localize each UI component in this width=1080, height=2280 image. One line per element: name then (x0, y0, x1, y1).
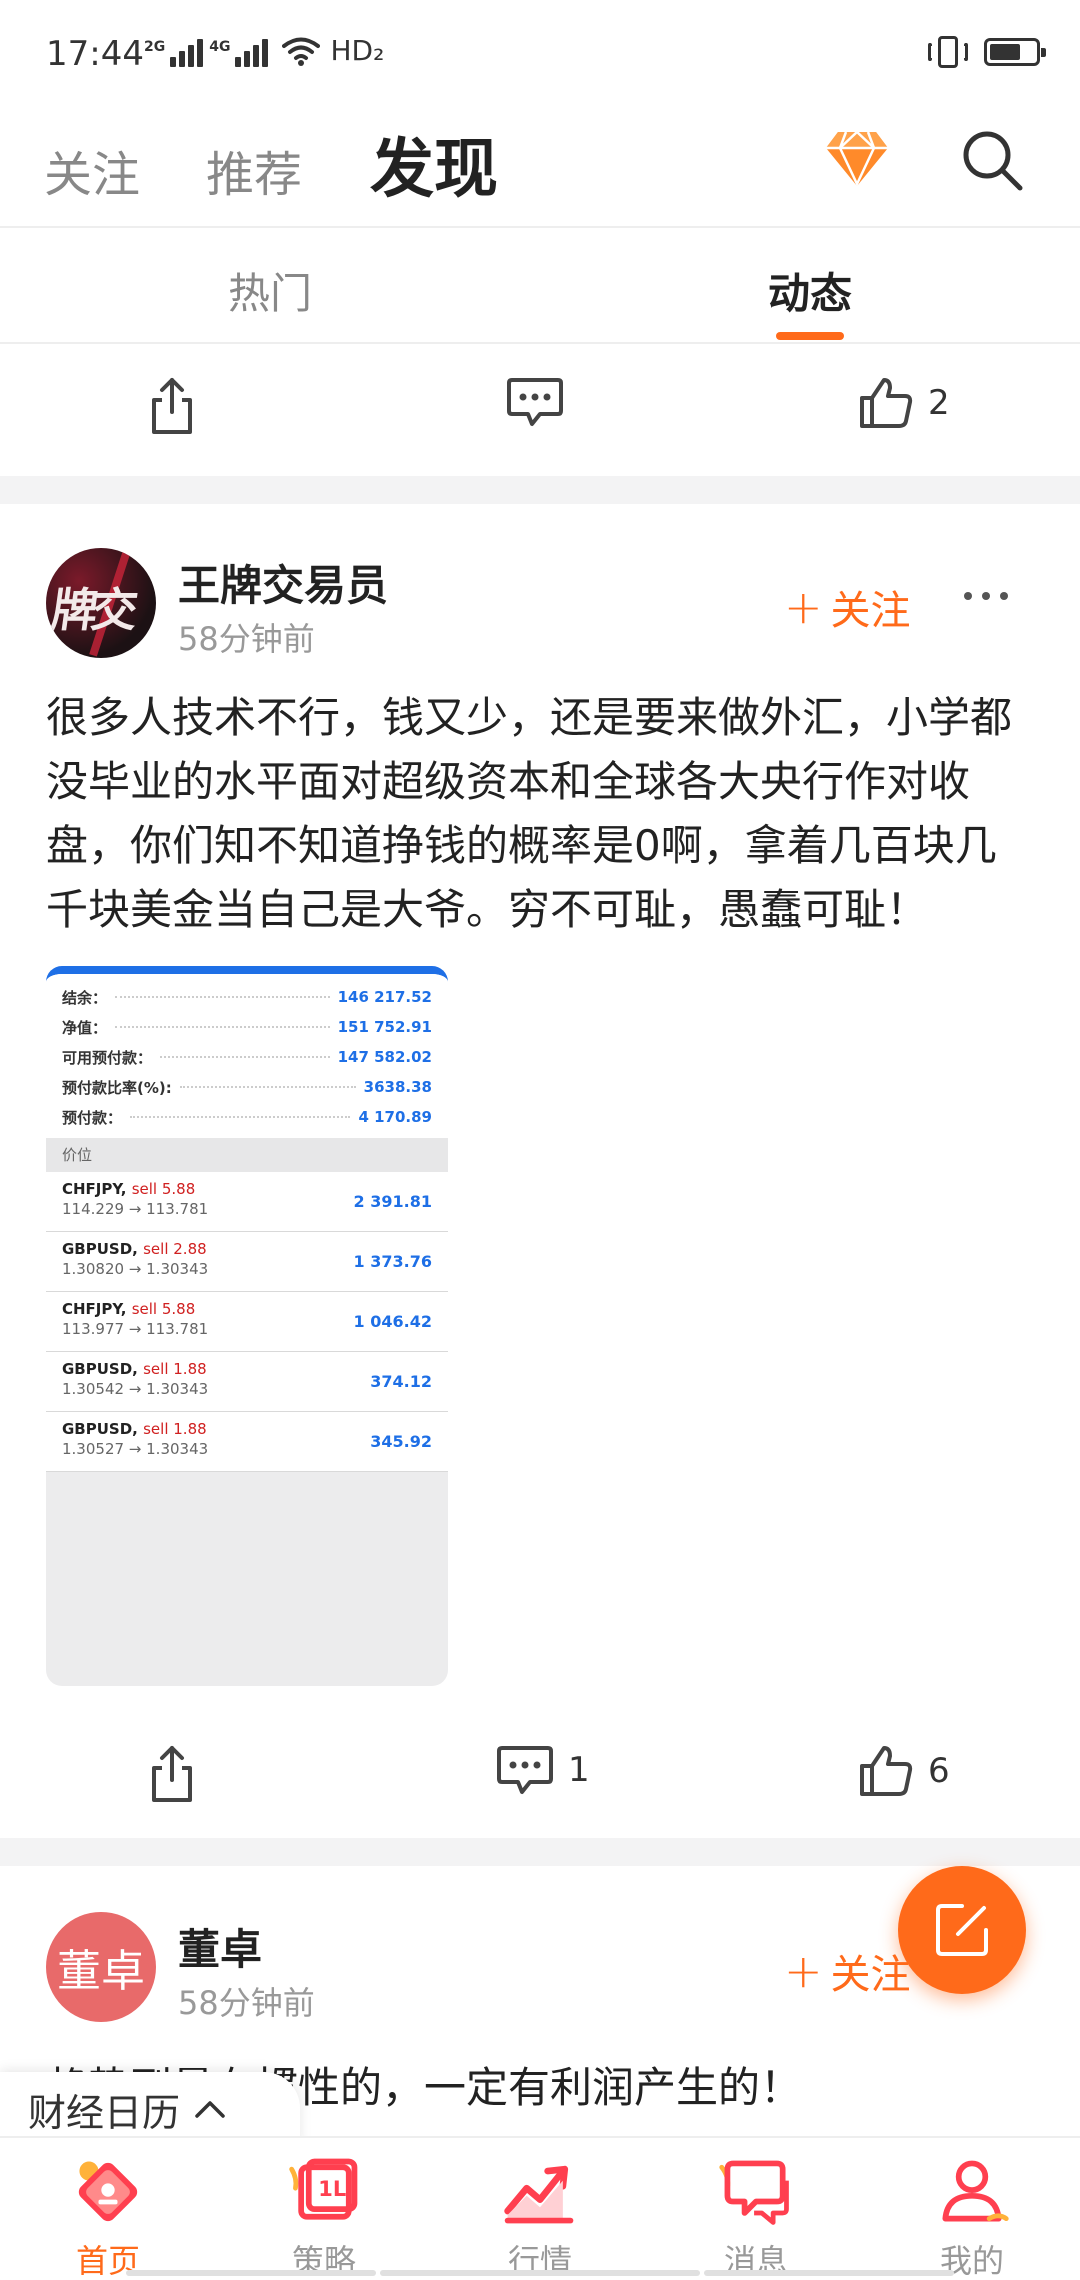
top-nav: 关注 推荐 发现 (0, 100, 1080, 226)
search-icon[interactable] (960, 128, 1024, 192)
section-header: 价位 (46, 1138, 448, 1172)
status-time: 17:44 (46, 34, 144, 74)
home-icon (78, 2161, 138, 2222)
signal-2g-icon: 2G (144, 39, 204, 67)
follow-button[interactable]: + 关注 (784, 578, 911, 636)
post-image[interactable]: 结余： 146 217.52 净值： 151 752.91 可用预付款： 147 58… (46, 966, 448, 1686)
comment-icon (497, 1746, 553, 1794)
wifi-icon (282, 37, 321, 66)
market-chart-icon (504, 2165, 574, 2224)
sub-tabs: 热门 动态 (0, 226, 1080, 344)
gesture-bar (126, 2270, 376, 2276)
signal-4g-icon: 4G (209, 39, 269, 67)
nav-profile[interactable]: 我的 (864, 2138, 1080, 2280)
share-icon (152, 378, 192, 434)
plus-icon: + (784, 580, 823, 634)
account-summary: 结余： 146 217.52 净值： 151 752.91 可用预付款： 147 58… (46, 974, 448, 1138)
profile-icon (942, 2160, 1009, 2222)
position-row: GBPUSD, sell 2.88 1.30820 → 1.30343 1 37… (46, 1232, 448, 1292)
tab-discover[interactable]: 发现 (370, 118, 498, 210)
feed-divider (0, 1838, 1080, 1866)
battery-icon (984, 38, 1046, 66)
post-time: 58分钟前 (178, 620, 315, 658)
plus-icon: + (784, 1944, 823, 1998)
nav-market[interactable]: 行情 (432, 2138, 648, 2280)
avatar[interactable]: 董卓 (46, 1912, 156, 2022)
compose-button[interactable] (898, 1866, 1026, 1994)
position-row: CHFJPY, sell 5.88 113.977 → 113.781 1 04… (46, 1292, 448, 1352)
comment-button[interactable] (506, 376, 578, 428)
vibrate-icon (926, 36, 970, 68)
position-row: GBPUSD, sell 1.88 1.30527 → 1.30343 345.… (46, 1412, 448, 1472)
feed-divider (0, 476, 1080, 504)
position-row: GBPUSD, sell 1.88 1.30542 → 1.30343 374.… (46, 1352, 448, 1412)
post-actions: 1 6 (0, 1714, 1080, 1844)
prev-post-actions: 2 (0, 346, 1080, 476)
status-bar: 17:44 2G 4G HD₂ (0, 0, 1080, 100)
edit-icon (936, 1904, 988, 1956)
post-author[interactable]: 王牌交易员 (178, 552, 388, 613)
comment-count: 1 (568, 1750, 590, 1790)
like-count: 2 (928, 383, 950, 423)
account-row: 可用预付款： 147 582.02 (62, 1048, 432, 1067)
account-row: 净值： 151 752.91 (62, 1018, 432, 1037)
gesture-bar (704, 2270, 954, 2276)
finance-calendar-toggle[interactable]: 财经日历 (0, 2072, 300, 2146)
tab-follow[interactable]: 关注 (44, 135, 140, 205)
follow-button[interactable]: + 关注 (784, 1942, 911, 2000)
nav-messages[interactable]: 消息 (648, 2138, 864, 2280)
avatar[interactable]: 牌交 (46, 548, 156, 658)
network-indicators: 2G 4G HD₂ (144, 34, 384, 67)
svg-text:1L: 1L (318, 2177, 346, 2201)
thumbs-up-icon (860, 378, 913, 428)
active-tab-indicator (776, 332, 844, 340)
position-row: CHFJPY, sell 5.88 114.229 → 113.781 2 39… (46, 1172, 448, 1232)
bottom-nav: 首页 1L 策略 行情 消息 我的 (0, 2136, 1080, 2280)
account-row: 预付款： 4 170.89 (62, 1108, 432, 1127)
nav-strategy[interactable]: 1L 策略 (216, 2138, 432, 2280)
like-button[interactable]: 6 (858, 1744, 950, 1798)
account-row: 预付款比率(%): 3638.38 (62, 1078, 432, 1097)
hd-voice-indicator: HD₂ (330, 34, 385, 67)
share-icon (152, 1746, 192, 1802)
share-button[interactable] (148, 1744, 196, 1804)
like-button[interactable]: 2 (858, 376, 950, 430)
nav-home[interactable]: 首页 (0, 2138, 216, 2280)
tab-feed[interactable]: 动态 (768, 260, 852, 321)
post-text: 很多人技术不行，钱又少，还是要来做外汇，小学都没毕业的水平面对超级资本和全球各大… (46, 693, 1013, 934)
post-time: 58分钟前 (178, 1984, 315, 2022)
thumbs-up-icon (860, 1746, 913, 1796)
chevron-up-icon (195, 2101, 225, 2118)
post-author[interactable]: 董卓 (178, 1916, 262, 1977)
comment-icon (507, 378, 563, 426)
comment-button[interactable]: 1 (496, 1744, 590, 1796)
more-options-icon[interactable] (964, 592, 1008, 606)
gesture-bar (380, 2270, 700, 2276)
tab-recommend[interactable]: 推荐 (206, 135, 302, 205)
tab-hot[interactable]: 热门 (228, 260, 312, 321)
share-button[interactable] (148, 376, 196, 436)
diamond-icon[interactable] (824, 128, 890, 188)
finance-calendar-label: 财经日历 (28, 2090, 181, 2135)
message-icon (719, 2160, 789, 2225)
account-row: 结余： 146 217.52 (62, 988, 432, 1007)
strategy-icon: 1L (289, 2158, 358, 2220)
like-count: 6 (928, 1751, 950, 1791)
